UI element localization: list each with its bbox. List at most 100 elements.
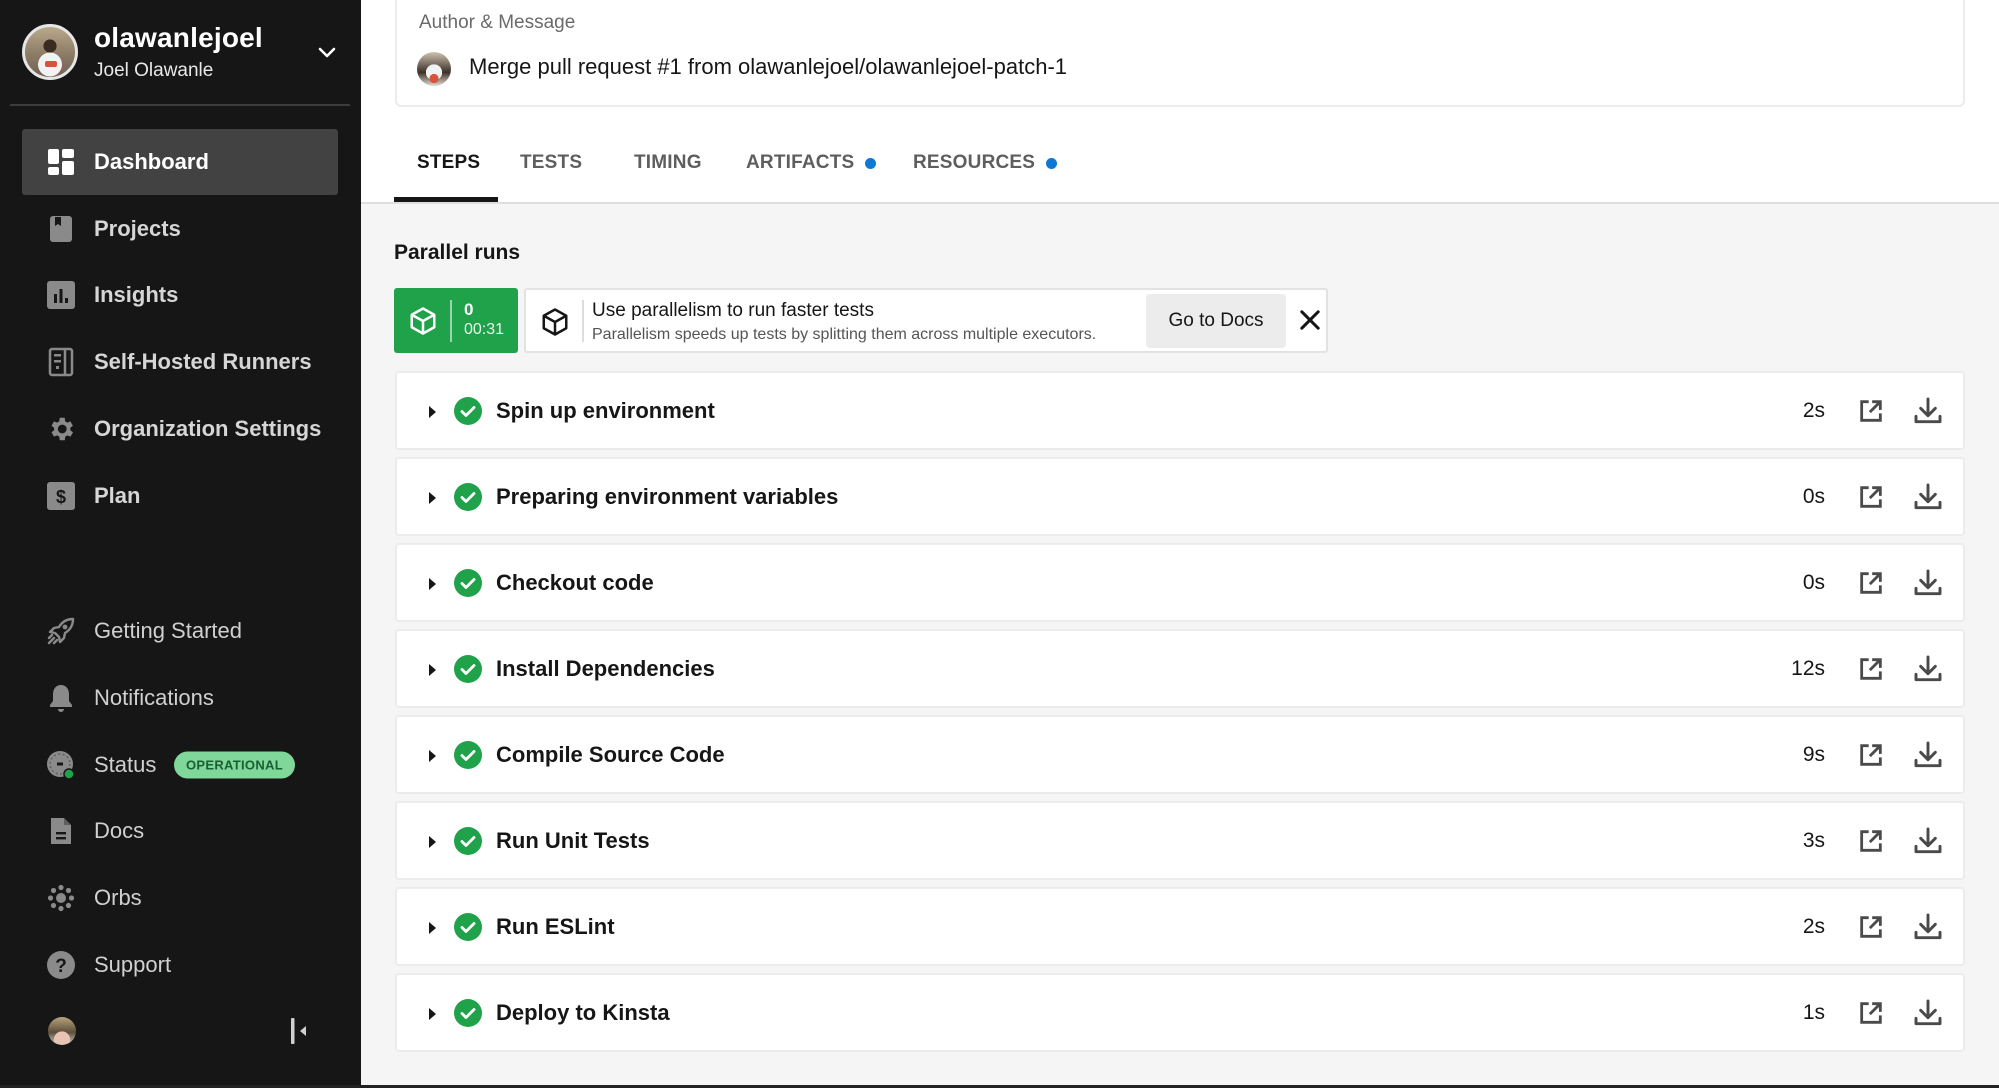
step-row[interactable]: Run ESLint 2s — [395, 887, 1965, 966]
open-external-icon[interactable] — [1857, 827, 1885, 855]
download-icon[interactable] — [1912, 567, 1944, 599]
success-check-icon — [454, 913, 482, 941]
parallel-run-time: 00:31 — [464, 321, 505, 338]
tab-label: ARTIFACTS — [746, 152, 855, 173]
step-name: Compile Source Code — [496, 742, 725, 767]
parallelism-promo: Use parallelism to run faster tests Para… — [524, 288, 1328, 353]
success-check-icon — [454, 999, 482, 1027]
step-name: Deploy to Kinsta — [496, 1000, 670, 1025]
download-icon[interactable] — [1912, 911, 1944, 943]
sidebar-item-support[interactable]: ? Support — [22, 932, 338, 998]
parallel-run-index: 0 — [464, 300, 474, 319]
go-to-docs-button[interactable]: Go to Docs — [1146, 294, 1286, 348]
success-check-icon — [454, 397, 482, 425]
step-duration: 0s — [1802, 485, 1825, 508]
step-name: Run ESLint — [496, 914, 615, 939]
tab-resources[interactable]: RESOURCES — [913, 152, 1058, 174]
sidebar-item-notifications[interactable]: Notifications — [22, 665, 338, 731]
step-row[interactable]: Install Dependencies 12s — [395, 629, 1965, 708]
tab-label: TESTS — [520, 152, 583, 173]
expand-caret-icon[interactable] — [429, 922, 436, 934]
close-icon[interactable] — [1296, 306, 1324, 334]
sidebar-item-label: Orbs — [94, 885, 142, 910]
commit-message: Merge pull request #1 from olawanlejoel/… — [469, 54, 1068, 79]
download-icon[interactable] — [1912, 739, 1944, 771]
sidebar-item-plan[interactable]: $ Plan — [22, 463, 338, 529]
sidebar-divider — [10, 104, 350, 106]
sidebar-item-self-hosted-runners[interactable]: Self-Hosted Runners — [22, 329, 338, 395]
user-full-name: Joel Olawanle — [94, 60, 214, 81]
download-icon[interactable] — [1912, 395, 1944, 427]
cube-icon — [542, 308, 568, 336]
sidebar-item-label: Status — [94, 752, 157, 777]
user-menu[interactable]: olawanlejoel Joel Olawanle — [0, 0, 361, 106]
open-external-icon[interactable] — [1857, 655, 1885, 683]
tab-timing[interactable]: TIMING — [634, 152, 702, 174]
sidebar-item-docs[interactable]: Docs — [22, 798, 338, 864]
step-row[interactable]: Checkout code 0s — [395, 543, 1965, 622]
tab-label: TIMING — [634, 152, 702, 173]
success-check-icon — [454, 569, 482, 597]
promo-title: Use parallelism to run faster tests — [592, 300, 874, 321]
sidebar: olawanlejoel Joel Olawanle Dashboard Pro… — [0, 0, 361, 1088]
sidebar-item-insights[interactable]: Insights — [22, 262, 338, 328]
step-row[interactable]: Preparing environment variables 0s — [395, 457, 1965, 536]
step-row[interactable]: Spin up environment 2s — [395, 371, 1965, 450]
step-duration: 9s — [1802, 743, 1825, 766]
step-row[interactable]: Compile Source Code 9s — [395, 715, 1965, 794]
success-check-icon — [454, 483, 482, 511]
org-avatar[interactable] — [48, 1017, 76, 1045]
sidebar-item-label: Docs — [94, 818, 145, 843]
expand-caret-icon[interactable] — [429, 492, 436, 504]
download-icon[interactable] — [1912, 653, 1944, 685]
sidebar-item-label: Self-Hosted Runners — [94, 349, 312, 374]
rocket-icon — [46, 616, 76, 646]
step-duration: 2s — [1802, 915, 1825, 938]
expand-caret-icon[interactable] — [429, 406, 436, 418]
open-external-icon[interactable] — [1857, 397, 1885, 425]
expand-caret-icon[interactable] — [429, 1008, 436, 1020]
sidebar-item-projects[interactable]: Projects — [22, 196, 338, 262]
gear-icon — [46, 414, 76, 444]
expand-caret-icon[interactable] — [429, 664, 436, 676]
sidebar-item-orbs[interactable]: Orbs — [22, 865, 338, 931]
step-row[interactable]: Deploy to Kinsta 1s — [395, 973, 1965, 1052]
download-icon[interactable] — [1912, 481, 1944, 513]
download-icon[interactable] — [1912, 997, 1944, 1029]
open-external-icon[interactable] — [1857, 483, 1885, 511]
chevron-down-icon[interactable] — [315, 40, 339, 64]
separator — [582, 300, 584, 342]
separator — [450, 300, 452, 342]
tab-tests[interactable]: TESTS — [520, 152, 582, 174]
step-row[interactable]: Run Unit Tests 3s — [395, 801, 1965, 880]
success-check-icon — [454, 655, 482, 683]
success-check-icon — [454, 741, 482, 769]
sidebar-item-getting-started[interactable]: Getting Started — [22, 598, 338, 664]
expand-caret-icon[interactable] — [429, 578, 436, 590]
sidebar-item-label: Support — [94, 952, 172, 977]
runner-icon — [46, 347, 76, 377]
sidebar-item-status[interactable]: Status OPERATIONAL — [22, 732, 338, 798]
expand-caret-icon[interactable] — [429, 750, 436, 762]
tab-label: RESOURCES — [913, 152, 1036, 173]
collapse-sidebar-icon[interactable] — [288, 1016, 312, 1046]
open-external-icon[interactable] — [1857, 741, 1885, 769]
download-icon[interactable] — [1912, 825, 1944, 857]
question-icon: ? — [46, 950, 76, 980]
success-check-icon — [454, 827, 482, 855]
author-message-label: Author & Message — [419, 12, 576, 33]
notification-dot — [1046, 157, 1058, 169]
expand-caret-icon[interactable] — [429, 836, 436, 848]
sidebar-item-dashboard[interactable]: Dashboard — [22, 129, 338, 195]
promo-subtitle: Parallelism speeds up tests by splitting… — [592, 326, 1097, 343]
tab-artifacts[interactable]: ARTIFACTS — [746, 152, 877, 174]
open-external-icon[interactable] — [1857, 913, 1885, 941]
tab-steps[interactable]: STEPS — [417, 152, 480, 174]
open-external-icon[interactable] — [1857, 569, 1885, 597]
dashboard-icon — [46, 147, 76, 177]
sidebar-item-organization-settings[interactable]: Organization Settings — [22, 396, 338, 462]
step-duration: 0s — [1802, 571, 1825, 594]
parallel-run-0[interactable]: 0 00:31 — [394, 288, 518, 353]
step-name: Checkout code — [496, 570, 654, 595]
open-external-icon[interactable] — [1857, 999, 1885, 1027]
